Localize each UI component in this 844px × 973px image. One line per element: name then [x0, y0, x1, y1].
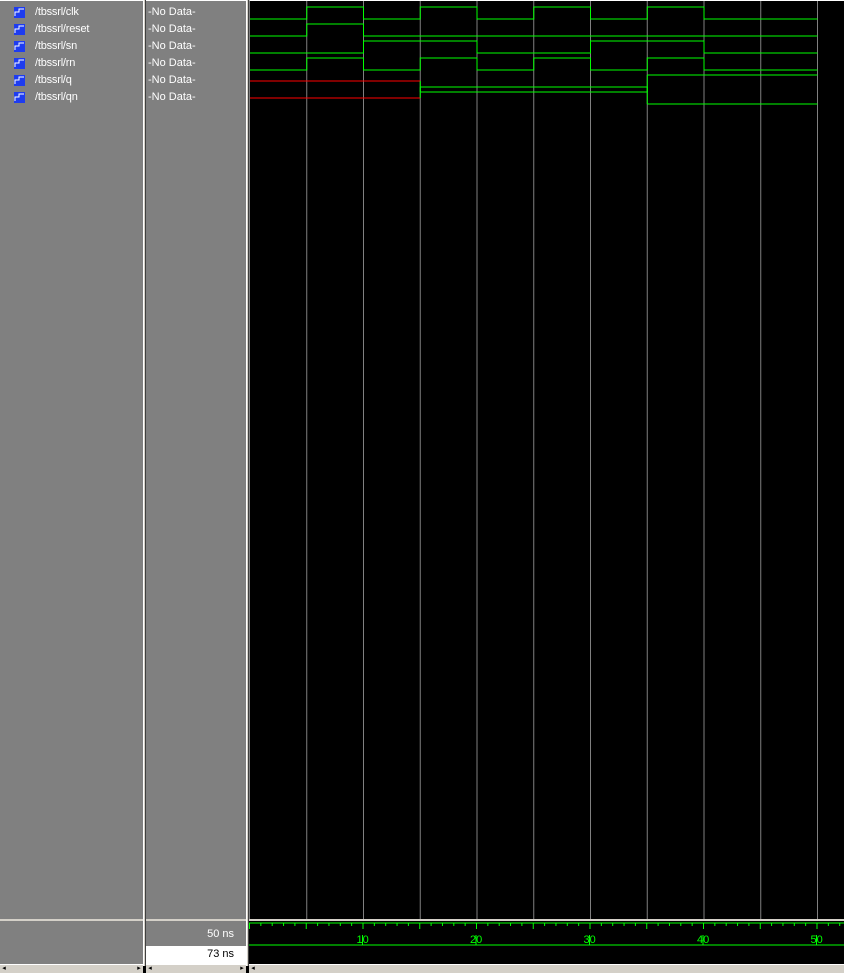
- signal-name: /tbssrl/clk: [35, 6, 79, 18]
- signal-name: /tbssrl/sn: [35, 40, 78, 52]
- value-text: -No Data-: [148, 40, 196, 52]
- value-text: -No Data-: [148, 91, 196, 103]
- waveform-pane[interactable]: [249, 0, 844, 920]
- value-cell: -No Data-: [146, 4, 246, 21]
- signal-icon: [14, 75, 25, 86]
- signal-name: /tbssrl/qn: [35, 91, 78, 103]
- value-cell: -No Data-: [146, 72, 246, 89]
- signal-values-pane: -No Data- -No Data- -No Data- -No Data- …: [146, 0, 246, 920]
- timeline-ruler[interactable]: 10 20 30 40 50: [249, 919, 844, 966]
- waveform-trace: [250, 57, 818, 71]
- signal-names-pane: /tbssrl/clk /tbssrl/reset /tbssrl/sn /tb…: [0, 0, 143, 920]
- value-cell: -No Data-: [146, 55, 246, 72]
- signal-name: /tbssrl/q: [35, 74, 72, 86]
- signal-name: /tbssrl/reset: [35, 23, 90, 35]
- signal-row-reset[interactable]: /tbssrl/reset: [0, 21, 143, 38]
- signal-icon: [14, 7, 25, 18]
- signal-row-clk[interactable]: /tbssrl/clk: [0, 4, 143, 21]
- signal-icon: [14, 41, 25, 52]
- value-text: -No Data-: [148, 23, 196, 35]
- time-grid: [306, 1, 818, 920]
- value-cell: -No Data-: [146, 21, 246, 38]
- waveform-canvas: [250, 1, 818, 920]
- signal-icon: [14, 24, 25, 35]
- value-cell: -No Data-: [146, 89, 246, 106]
- value-cell: -No Data-: [146, 38, 246, 55]
- grid-time-label: 50 ns: [207, 928, 234, 940]
- value-text: -No Data-: [148, 6, 196, 18]
- ruler-tick-label: 10: [357, 934, 369, 946]
- ruler-tick-label: 50: [811, 934, 823, 946]
- signal-name: /tbssrl/rn: [35, 57, 76, 69]
- value-text: -No Data-: [148, 74, 196, 86]
- signal-row-qn[interactable]: /tbssrl/qn: [0, 89, 143, 106]
- signal-icon: [14, 92, 25, 103]
- ruler-ticks: 10 20 30 40 50: [249, 922, 844, 946]
- signal-row-sn[interactable]: /tbssrl/sn: [0, 38, 143, 55]
- ruler-tick-label: 20: [470, 934, 482, 946]
- signal-row-q[interactable]: /tbssrl/q: [0, 72, 143, 89]
- ruler-tick-label: 40: [697, 934, 709, 946]
- signal-row-rn[interactable]: /tbssrl/rn: [0, 55, 143, 72]
- status-values-area: 50 ns 73 ns: [146, 919, 246, 966]
- status-names-area: [0, 919, 143, 966]
- ruler-tick-label: 30: [584, 934, 596, 946]
- cursor-time-label: 73 ns: [207, 948, 234, 960]
- value-text: -No Data-: [148, 57, 196, 69]
- signal-icon: [14, 58, 25, 69]
- waveform-trace: [250, 6, 818, 20]
- timeline-canvas: 10 20 30 40 50: [249, 922, 844, 946]
